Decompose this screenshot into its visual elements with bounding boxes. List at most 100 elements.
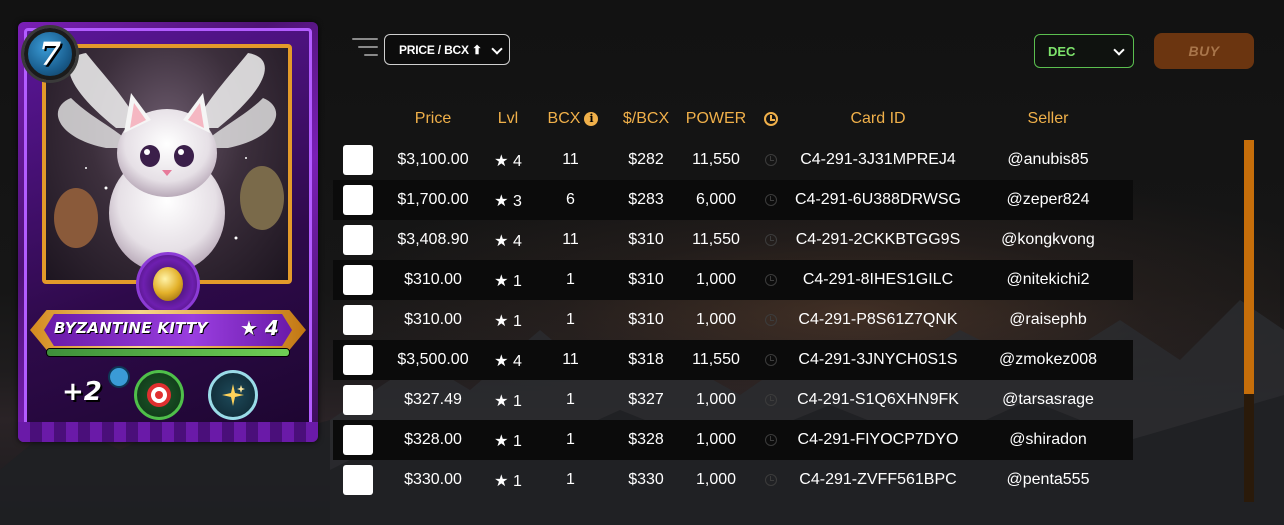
row-checkbox[interactable] [343, 385, 373, 415]
table-row[interactable]: $3,500.00 ★ 4 11 $318 11,550 C4-291-3JNYCH0S1… [333, 340, 1133, 380]
cell-power: 1,000 [695, 391, 737, 408]
cell-card-id: C4-291-S1Q6XHN9FK [797, 391, 959, 408]
cell-lvl: ★ 1 [494, 313, 522, 330]
cell-card-id: C4-291-P8S61Z7QNK [798, 311, 958, 328]
header-card-id[interactable]: Card ID [828, 110, 928, 128]
table-header: Price Lvl BCX i $/BCX POWER Card ID Selle… [333, 100, 1133, 140]
clock-icon [765, 474, 777, 486]
table-row[interactable]: $330.00 ★ 1 1 $330 1,000 C4-291-ZVFF561BPC @pe… [333, 460, 1133, 500]
header-lvl[interactable]: Lvl [488, 110, 528, 128]
cell-per-bcx: $310 [628, 311, 664, 328]
sparkle-icon [208, 370, 258, 420]
cell-seller[interactable]: @anubis85 [988, 151, 1108, 169]
currency-select-label: DEC [1048, 43, 1076, 59]
cell-card-id: C4-291-8IHES1GILC [802, 271, 954, 288]
cell-lvl: ★ 4 [494, 233, 522, 250]
row-checkbox[interactable] [343, 465, 373, 495]
listings-table: Price Lvl BCX i $/BCX POWER Card ID Selle… [333, 100, 1133, 500]
row-checkbox[interactable] [343, 305, 373, 335]
table-row[interactable]: $1,700.00 ★ 3 6 $283 6,000 C4-291-6U388DRWSG @… [333, 180, 1133, 220]
scrollbar-thumb[interactable] [1244, 140, 1254, 394]
header-price[interactable]: Price [403, 110, 463, 128]
cell-lvl: ★ 1 [494, 273, 522, 290]
header-power[interactable]: POWER [683, 110, 749, 128]
cell-per-bcx: $310 [628, 271, 664, 288]
info-icon[interactable]: i [584, 112, 599, 126]
currency-select[interactable]: DEC [1034, 34, 1134, 68]
table-row[interactable]: $310.00 ★ 1 1 $310 1,000 C4-291-8IHES1GILC @ni… [333, 260, 1133, 300]
header-bcx-label: BCX [547, 110, 581, 127]
row-checkbox[interactable] [343, 185, 373, 215]
cell-power: 11,550 [692, 231, 740, 248]
header-bcx[interactable]: BCX i [543, 110, 603, 128]
target-icon [134, 370, 184, 420]
cell-price: $330.00 [404, 471, 462, 488]
cell-per-bcx: $283 [628, 191, 664, 208]
table-row[interactable]: $328.00 ★ 1 1 $328 1,000 C4-291-FIYOCP7DYO @sh… [333, 420, 1133, 460]
table-row[interactable]: $3,100.00 ★ 4 11 $282 11,550 C4-291-3J31MPREJ… [333, 140, 1133, 180]
filter-icon[interactable] [352, 36, 378, 58]
cell-seller[interactable]: @nitekichi2 [988, 271, 1108, 289]
cell-seller[interactable]: @tarsasrage [988, 391, 1108, 409]
cell-lvl: ★ 1 [494, 433, 522, 450]
cell-bcx: 11 [562, 151, 579, 168]
table-row[interactable]: $310.00 ★ 1 1 $310 1,000 C4-291-P8S61Z7QNK @ra… [333, 300, 1133, 340]
cell-bcx: 6 [566, 191, 575, 208]
clock-icon [765, 154, 777, 166]
buy-button[interactable]: BUY [1154, 33, 1254, 69]
row-checkbox[interactable] [343, 145, 373, 175]
cell-bcx: 1 [566, 391, 575, 408]
clock-icon [765, 354, 777, 366]
cell-card-id: C4-291-3JNYCH0S1S [798, 351, 958, 368]
cell-seller[interactable]: @raisephb [988, 311, 1108, 329]
ability-buff: +2 [62, 377, 102, 407]
cell-seller[interactable]: @penta555 [988, 471, 1108, 489]
cell-seller[interactable]: @zmokez008 [988, 351, 1108, 369]
monster-card[interactable]: 7 BYZANTINE KITTY ★ 4 +2 [18, 22, 318, 442]
mana-cost: 7 [24, 28, 76, 80]
chevron-down-icon [491, 43, 503, 55]
kitty-illustration [54, 53, 284, 273]
row-checkbox[interactable] [343, 425, 373, 455]
header-seller[interactable]: Seller [998, 110, 1098, 128]
cell-price: $3,100.00 [397, 151, 469, 168]
cell-price: $3,500.00 [397, 351, 469, 368]
clock-icon [765, 314, 777, 326]
clock-icon [765, 234, 777, 246]
clock-icon [765, 194, 777, 206]
clock-icon [765, 274, 777, 286]
row-checkbox[interactable] [343, 265, 373, 295]
sort-select[interactable]: PRICE / BCX ⬆ [384, 34, 510, 65]
cell-bcx: 1 [566, 311, 575, 328]
rarity-gem [136, 252, 200, 316]
table-row[interactable]: $3,408.90 ★ 4 11 $310 11,550 C4-291-2CKKBTGG9… [333, 220, 1133, 260]
card-level: ★ 4 [240, 316, 279, 340]
row-checkbox[interactable] [343, 345, 373, 375]
cell-power: 1,000 [695, 471, 737, 488]
cell-price: $1,700.00 [397, 191, 469, 208]
card-bottom-border [18, 422, 318, 442]
cell-lvl: ★ 1 [494, 473, 522, 490]
cell-card-id: C4-291-3J31MPREJ4 [800, 151, 956, 168]
row-checkbox[interactable] [343, 225, 373, 255]
cell-bcx: 11 [562, 231, 579, 248]
scrollbar[interactable] [1244, 140, 1254, 502]
cell-seller[interactable]: @kongkvong [988, 231, 1108, 249]
card-name: BYZANTINE KITTY [54, 319, 208, 337]
cell-price: $328.00 [404, 431, 462, 448]
cell-lvl: ★ 1 [494, 393, 522, 410]
chevron-down-icon [1113, 44, 1125, 56]
card-art [42, 44, 292, 284]
cell-price: $3,408.90 [397, 231, 469, 248]
cell-per-bcx: $318 [628, 351, 664, 368]
cell-card-id: C4-291-2CKKBTGG9S [795, 231, 961, 248]
cell-seller[interactable]: @zeper824 [988, 191, 1108, 209]
header-per-bcx[interactable]: $/BCX [616, 110, 676, 128]
table-row[interactable]: $327.49 ★ 1 1 $327 1,000 C4-291-S1Q6XHN9FK @ta… [333, 380, 1133, 420]
cell-price: $310.00 [404, 271, 462, 288]
cell-per-bcx: $327 [628, 391, 664, 408]
cell-lvl: ★ 4 [494, 153, 522, 170]
cell-per-bcx: $330 [628, 471, 664, 488]
cell-seller[interactable]: @shiradon [988, 431, 1108, 449]
cell-lvl: ★ 3 [494, 193, 522, 210]
